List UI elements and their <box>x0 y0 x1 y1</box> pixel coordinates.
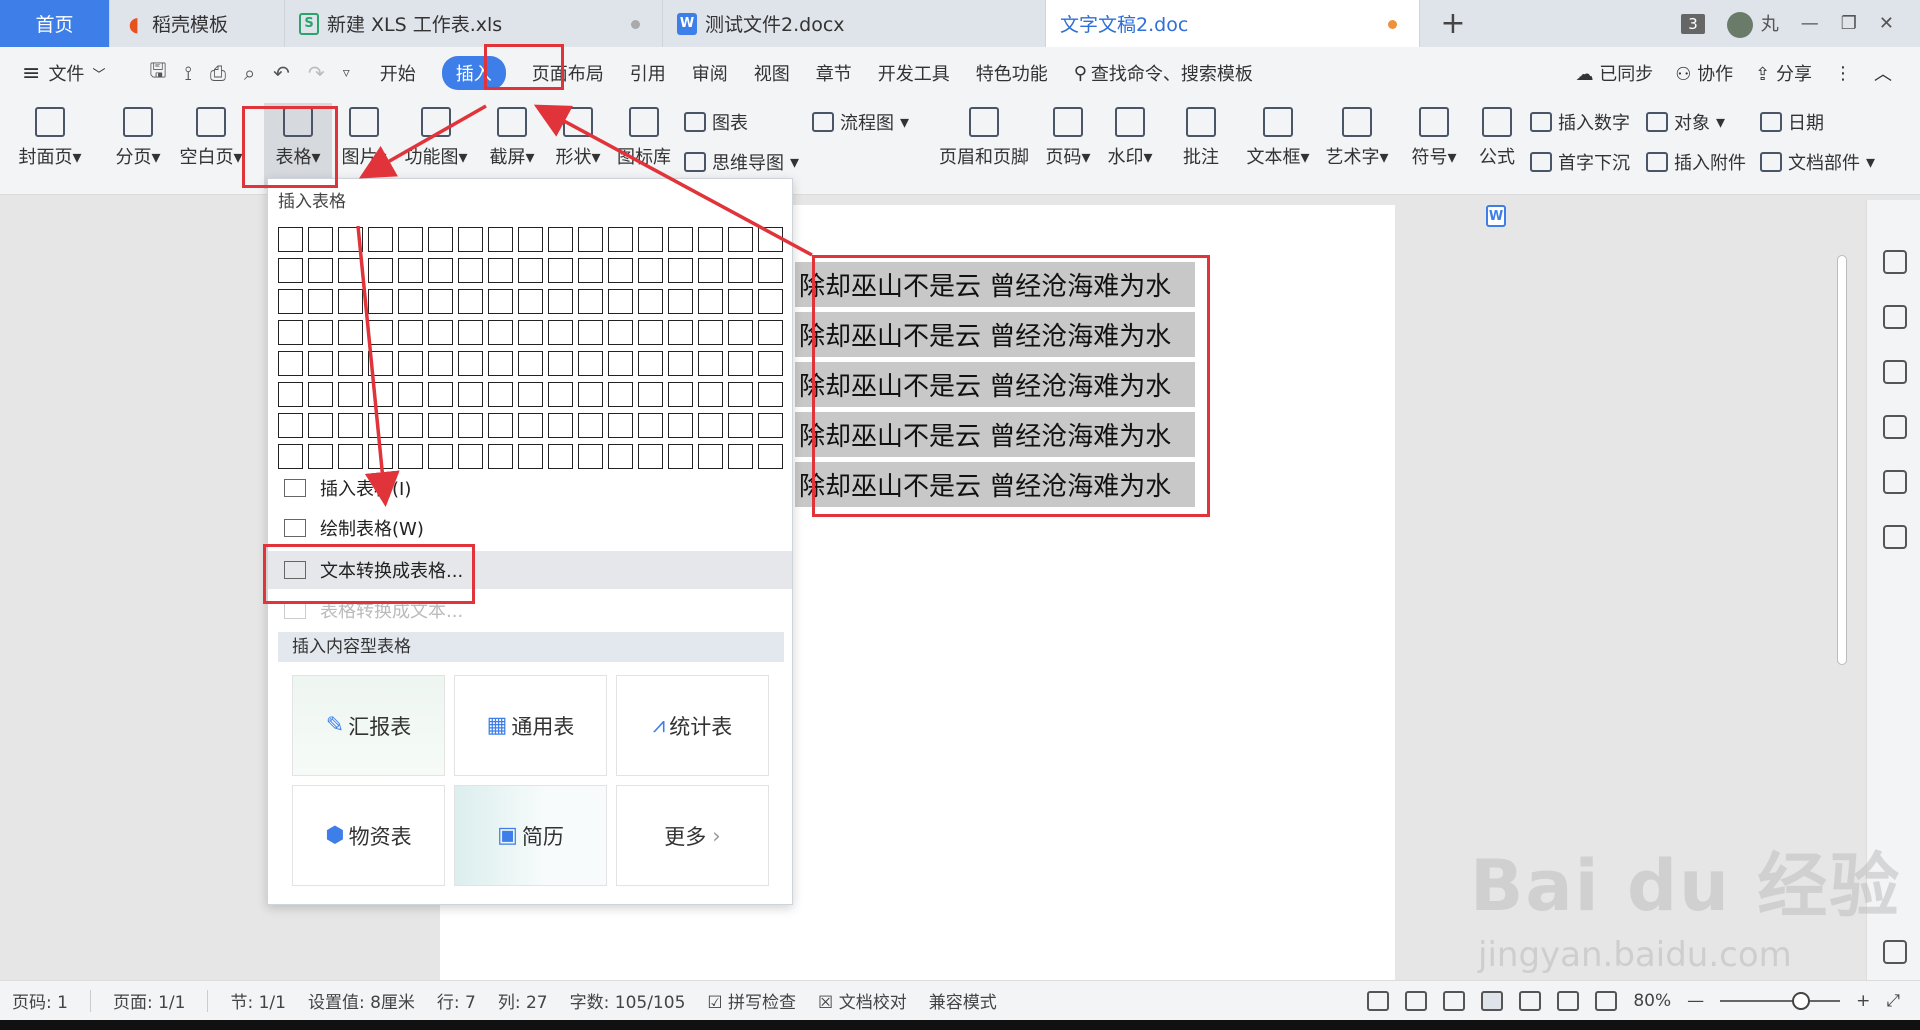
outline-view-icon[interactable] <box>1519 990 1542 1011</box>
reading-mode-icon[interactable] <box>1405 990 1428 1011</box>
zoom-slider[interactable] <box>1720 991 1841 1010</box>
edit-mode-icon[interactable] <box>1443 990 1466 1011</box>
status-col: 列: 27 <box>497 993 548 1013</box>
proofread-button[interactable]: ☒ 文档校对 <box>818 988 907 1013</box>
zoom-slider-knob[interactable] <box>1792 991 1811 1010</box>
zoom-level[interactable]: 80% <box>1633 991 1671 1011</box>
watermark-url: jingyan.baidu.com <box>1478 935 1792 975</box>
status-row: 行: 7 <box>436 993 476 1013</box>
baidu-jingyan-watermark: Bai du 经验 <box>1470 845 1902 927</box>
arrow-insert-to-table <box>358 104 487 179</box>
status-pages: 页面: 1/1 <box>112 993 186 1013</box>
page-view-icon[interactable] <box>1481 990 1504 1011</box>
status-bar: 页码: 1 页面: 1/1 节: 1/1 设置值: 8厘米 行: 7 列: 27… <box>0 980 1920 1020</box>
web-view-icon[interactable] <box>1557 990 1580 1011</box>
arrow-table-to-menu <box>356 225 400 507</box>
arrow-text-to-insert <box>533 104 813 257</box>
status-divider <box>207 989 209 1012</box>
status-compat-mode: 兼容模式 <box>928 993 997 1013</box>
proofread-label: 文档校对 <box>838 993 907 1013</box>
fit-window-icon[interactable]: ⤢ <box>1886 991 1900 1011</box>
status-wordcount[interactable]: 字数: 105/105 <box>570 988 686 1013</box>
taskbar-edge <box>0 1020 1920 1030</box>
status-divider <box>89 989 91 1012</box>
fullscreen-icon[interactable] <box>1367 990 1390 1011</box>
status-setting: 设置值: 8厘米 <box>307 993 415 1013</box>
eye-protection-icon[interactable] <box>1595 990 1618 1011</box>
zoom-in-icon[interactable]: + <box>1856 991 1870 1011</box>
status-section: 节: 1/1 <box>230 993 286 1013</box>
proofread-icon: ☒ <box>818 993 834 1013</box>
spellcheck-icon: ☑ <box>707 993 723 1013</box>
spellcheck-label: 拼写检查 <box>728 993 797 1013</box>
zoom-out-icon[interactable]: — <box>1687 991 1704 1011</box>
status-page-num: 页码: 1 <box>12 993 68 1013</box>
spellcheck-button[interactable]: ☑ 拼写检查 <box>707 988 796 1013</box>
